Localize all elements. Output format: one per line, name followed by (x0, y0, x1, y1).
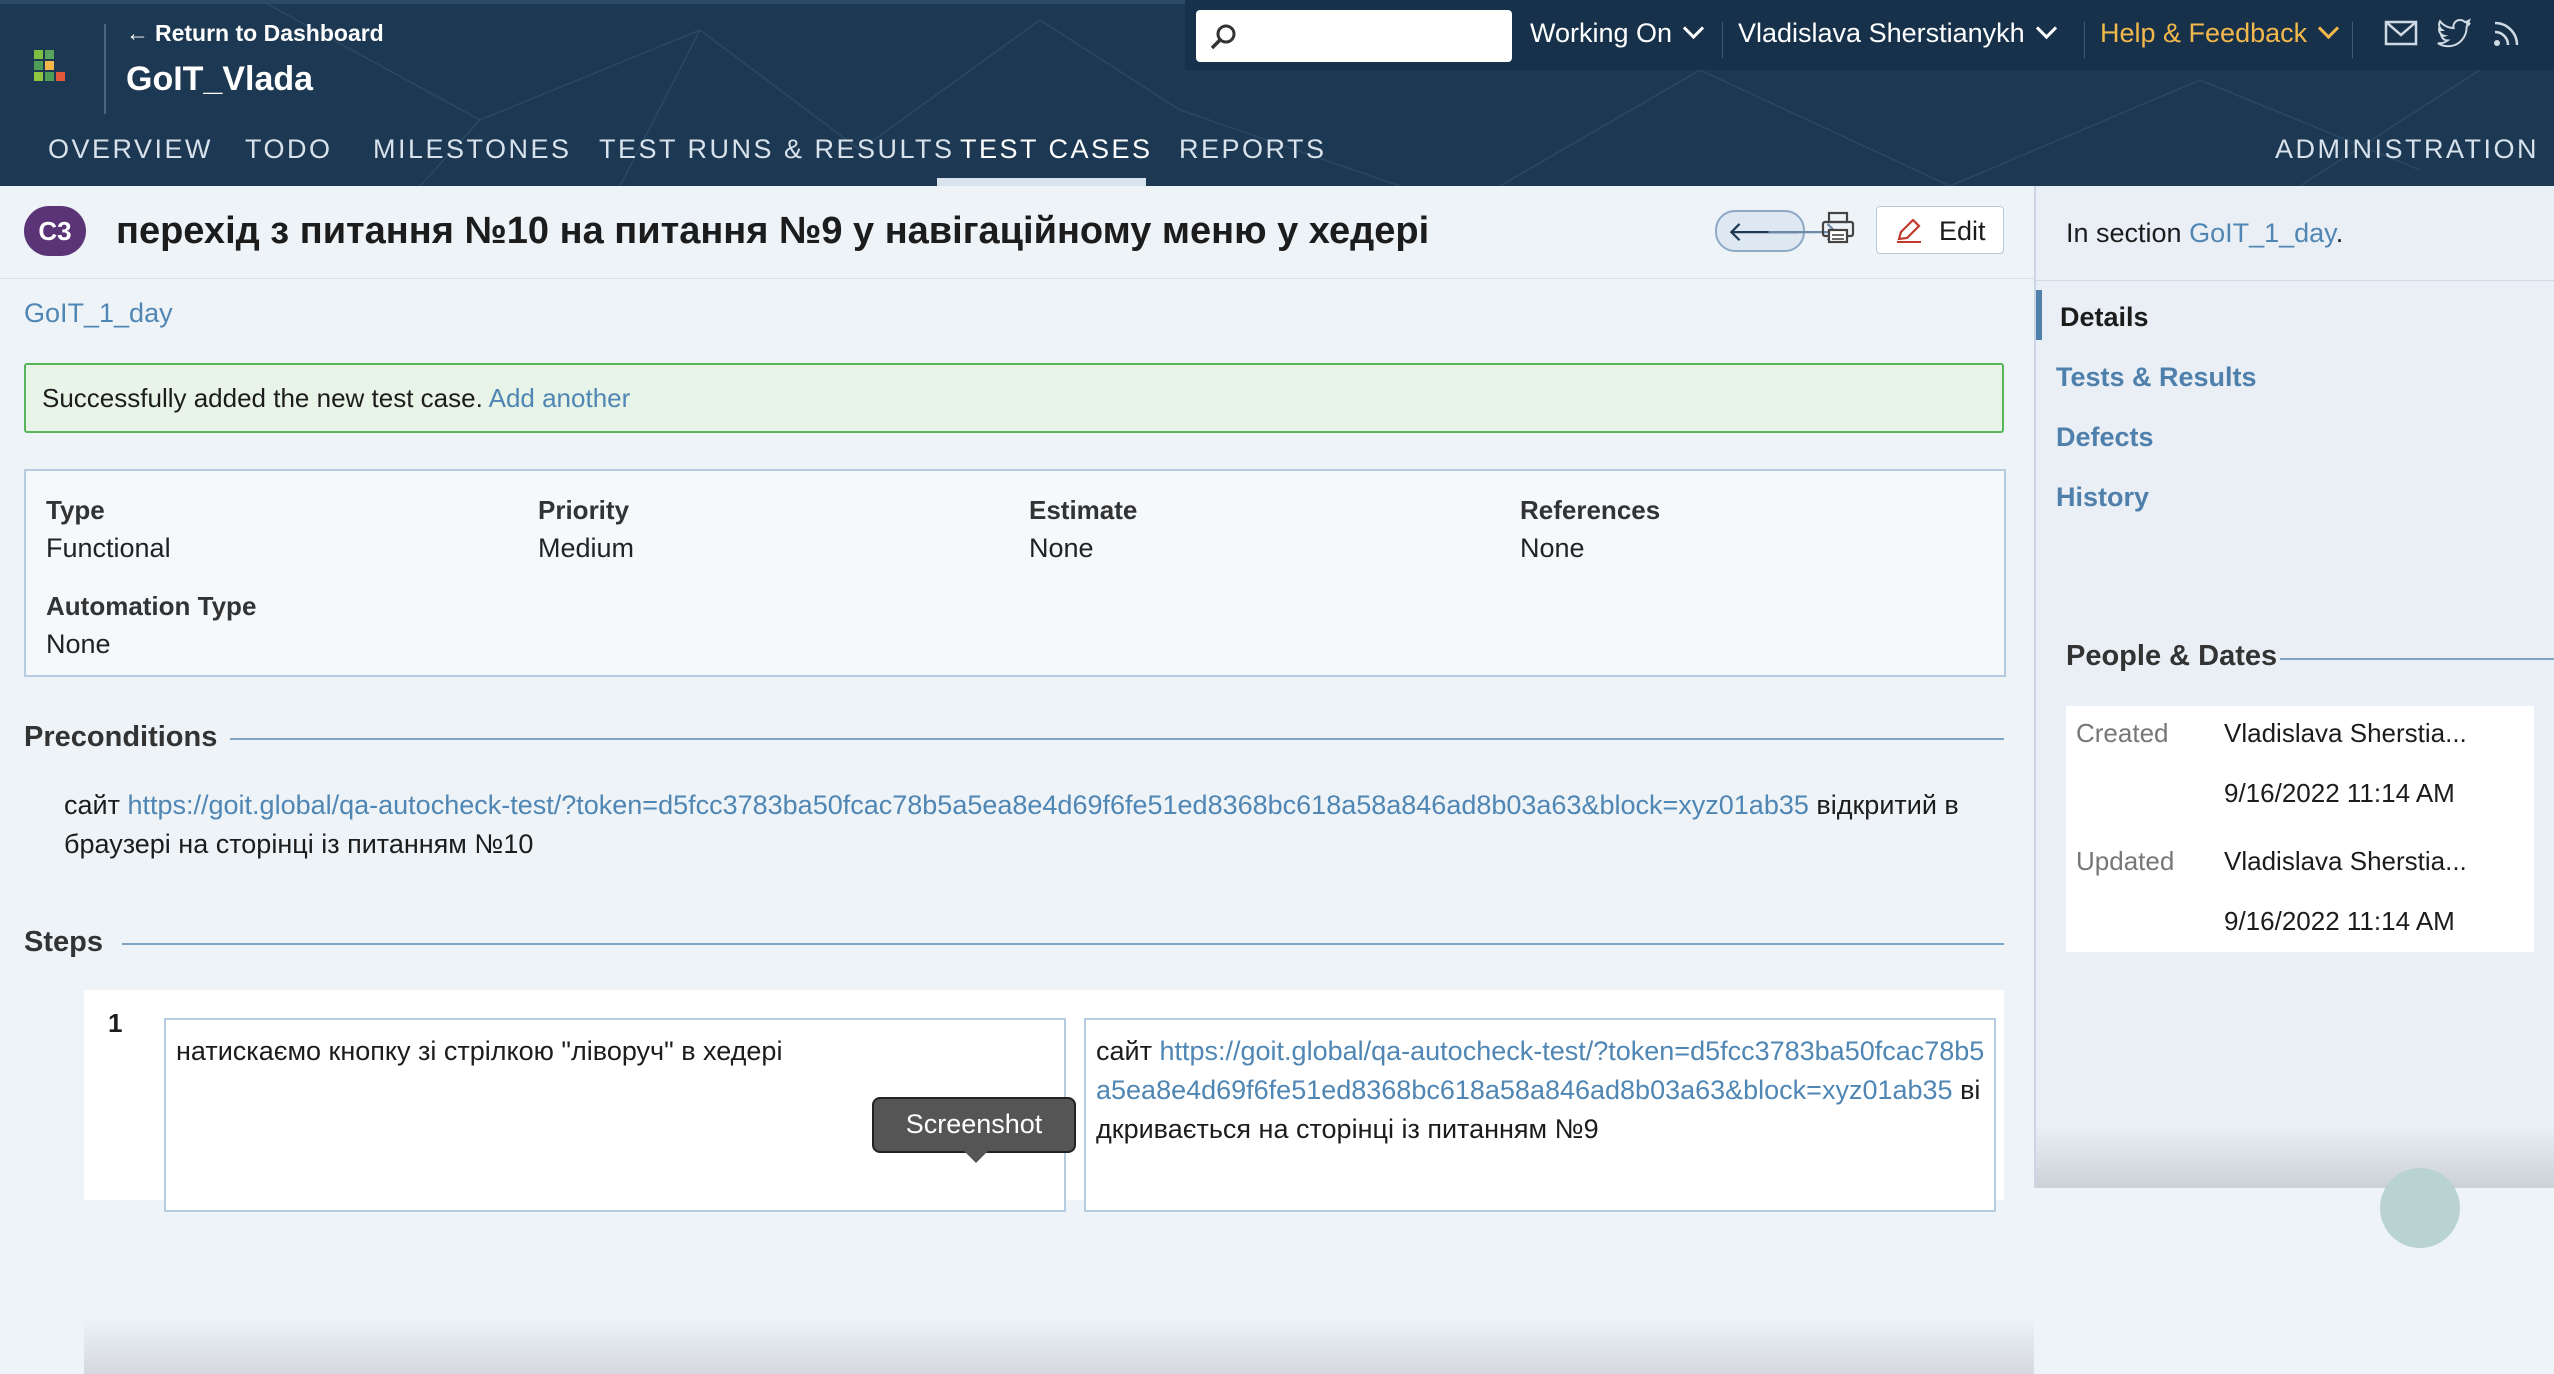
step-expected-field[interactable]: сайт https://goit.global/qa-autocheck-te… (1084, 1018, 1996, 1212)
priority-value: Medium (538, 533, 635, 563)
search-input[interactable] (1196, 10, 1512, 62)
edit-label: Edit (1939, 216, 1986, 246)
chevron-down-icon (1682, 17, 1705, 40)
steps-heading: Steps (24, 926, 103, 958)
chevron-down-icon (2035, 17, 2057, 40)
topbar-separator (2352, 22, 2353, 58)
logo-icon[interactable] (34, 50, 84, 94)
case-id-badge: C3 (24, 206, 86, 256)
user-name: Vladislava Sherstianykh (1738, 18, 2025, 48)
sidebar-item-defects[interactable]: Defects (2056, 422, 2154, 453)
screenshot-tooltip: Screenshot (872, 1097, 1076, 1153)
add-another-link[interactable]: Add another (489, 383, 631, 413)
type-value: Functional (46, 533, 171, 563)
expected-prefix: сайт (1096, 1036, 1152, 1066)
tab-milestones[interactable]: MILESTONES (373, 134, 572, 165)
sidebar-item-details[interactable]: Details (2060, 302, 2149, 333)
preconditions-heading: Preconditions (24, 721, 218, 753)
created-date: 9/16/2022 11:14 AM (2224, 778, 2455, 808)
success-message: Successfully added the new test case. Ad… (42, 383, 630, 414)
estimate-value: None (1029, 533, 1094, 563)
right-sidebar: In section GoIT_1_day. Details Tests & R… (2034, 186, 2554, 1248)
help-widget-icon[interactable] (2380, 1168, 2460, 1248)
sidebar-divider (2036, 280, 2554, 281)
search-icon (1210, 24, 1236, 50)
case-fields-panel: Type Functional Priority Medium Estimate… (24, 469, 2006, 677)
tab-test-cases[interactable]: TEST CASES (960, 134, 1153, 165)
tooltip-pointer (962, 1149, 990, 1163)
preconditions-prefix: сайт (64, 790, 120, 820)
help-feedback-dropdown[interactable]: Help & Feedback (2100, 17, 2340, 49)
people-dates-panel: Created Vladislava Sherstia... 9/16/2022… (2066, 706, 2534, 952)
created-label: Created (2076, 718, 2169, 748)
in-section-text: In section GoIT_1_day. (2066, 218, 2343, 249)
sidebar-item-tests-results[interactable]: Tests & Results (2056, 362, 2257, 393)
twitter-icon[interactable] (2436, 18, 2472, 48)
step-action-text: натискаємо кнопку зі стрілкою "ліворуч" … (176, 1036, 783, 1066)
success-text: Successfully added the new test case. (42, 383, 483, 413)
print-icon[interactable] (1820, 210, 1856, 246)
mail-icon[interactable] (2384, 18, 2418, 48)
sidebar-item-history[interactable]: History (2056, 482, 2149, 513)
tab-overview[interactable]: OVERVIEW (48, 134, 213, 165)
topbar-separator (1722, 22, 1723, 58)
tab-reports[interactable]: REPORTS (1179, 134, 1327, 165)
tab-test-runs-results[interactable]: TEST RUNS & RESULTS (599, 134, 955, 165)
updated-date: 9/16/2022 11:14 AM (2224, 906, 2455, 936)
bottom-shadow (2036, 1126, 2554, 1188)
expected-url-link[interactable]: https://goit.global/qa-autocheck-test/?t… (1096, 1036, 1984, 1105)
tab-administration[interactable]: ADMINISTRATION (2275, 134, 2539, 165)
edit-button[interactable]: Edit (1876, 206, 2004, 254)
created-by: Vladislava Sherstia... (2224, 718, 2467, 748)
main-content: C3 перехід з питання №10 на питання №9 у… (0, 186, 2034, 1374)
return-to-dashboard-link[interactable]: ← Return to Dashboard (126, 20, 384, 47)
section-divider (230, 738, 2004, 740)
active-item-indicator (2036, 290, 2042, 340)
working-on-label: Working On (1530, 18, 1673, 48)
estimate-label: Estimate (1029, 495, 1138, 525)
app-header: ← Return to Dashboard GoIT_Vlada Working … (0, 0, 2554, 186)
step-number: 1 (108, 1008, 123, 1038)
working-on-dropdown[interactable]: Working On (1530, 17, 1705, 49)
help-label: Help & Feedback (2100, 18, 2308, 48)
updated-label: Updated (2076, 846, 2175, 876)
breadcrumb[interactable]: GoIT_1_day (24, 298, 173, 329)
rss-icon[interactable] (2492, 18, 2522, 48)
tab-todo[interactable]: TODO (245, 134, 333, 165)
active-tab-indicator (937, 178, 1146, 186)
people-dates-heading: People & Dates (2066, 640, 2278, 672)
priority-label: Priority (538, 495, 630, 525)
in-section-suffix: . (2335, 218, 2344, 248)
header-divider (104, 24, 106, 114)
section-divider (122, 943, 2004, 945)
project-name: GoIT_Vlada (126, 60, 314, 98)
preconditions-url-link[interactable]: https://goit.global/qa-autocheck-test/?t… (127, 790, 1808, 820)
references-label: References (1520, 495, 1661, 525)
section-link[interactable]: GoIT_1_day (2189, 218, 2336, 248)
return-label: Return to Dashboard (155, 20, 384, 46)
updated-by: Vladislava Sherstia... (2224, 846, 2467, 876)
topbar-separator (2084, 22, 2085, 58)
pencil-icon (1897, 219, 1921, 243)
page-title: перехід з питання №10 на питання №9 у на… (116, 210, 1430, 252)
section-divider (2280, 658, 2554, 660)
user-menu-dropdown[interactable]: Vladislava Sherstianykh (1738, 17, 2057, 49)
case-navigation: 🡐 🡒 (1715, 210, 1840, 252)
type-label: Type (46, 495, 105, 525)
step-expected-text: сайт https://goit.global/qa-autocheck-te… (1096, 1032, 1986, 1149)
references-value: None (1520, 533, 1585, 563)
in-section-prefix: In section (2066, 218, 2182, 248)
preconditions-text: сайт https://goit.global/qa-autocheck-te… (64, 786, 2004, 864)
automation-type-label: Automation Type (46, 591, 257, 621)
bottom-shadow (84, 1316, 2034, 1374)
chevron-down-icon (2318, 17, 2340, 40)
arrow-left-icon: ← (126, 20, 149, 46)
case-title-bar: C3 перехід з питання №10 на питання №9 у… (0, 186, 2034, 279)
success-alert: Successfully added the new test case. Ad… (24, 363, 2004, 433)
automation-type-value: None (46, 629, 111, 659)
